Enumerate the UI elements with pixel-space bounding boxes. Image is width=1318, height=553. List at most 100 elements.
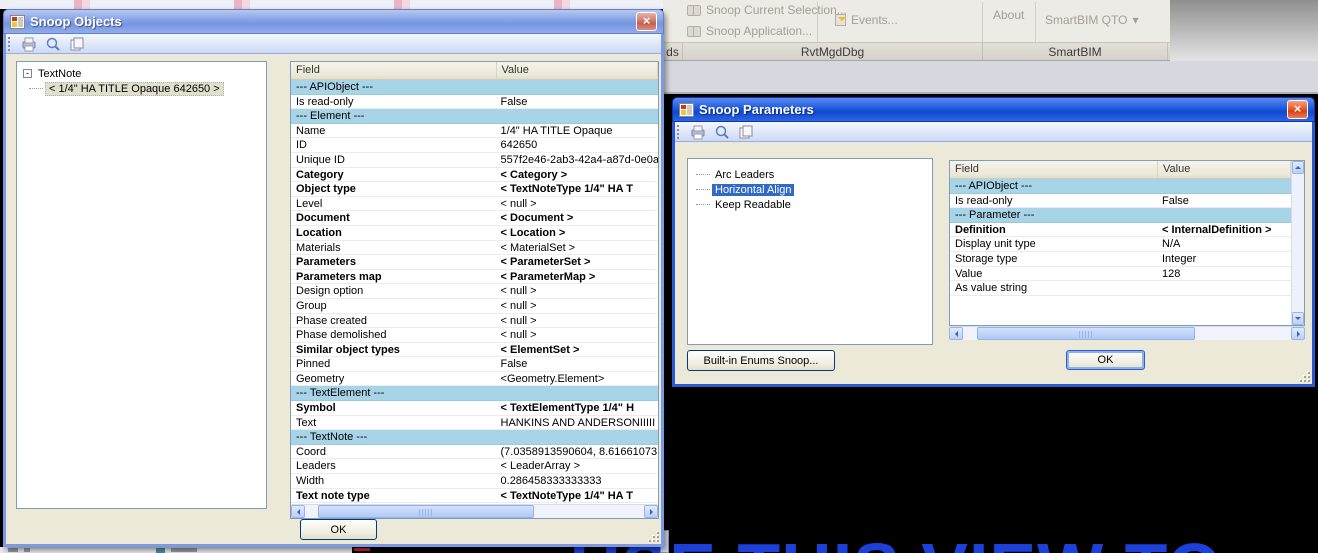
ok-button[interactable]: OK — [1066, 350, 1145, 370]
expander-icon[interactable]: - — [23, 69, 32, 78]
tree-node-instance[interactable]: < 1/4" HA TITLE Opaque 642650 > — [19, 81, 264, 96]
table-row[interactable]: Symbol < TextElementType 1/4" H — [291, 401, 658, 416]
ribbon-panel-labels: ds RvtMgdDbg SmartBIM — [663, 42, 1170, 61]
table-row[interactable]: Width 0.286458333333333 — [291, 474, 658, 489]
snoop-objects-titlebar[interactable]: Snoop Objects × — [3, 9, 664, 34]
snoop-parameters-dialog: Snoop Parameters × Arc Leaders Horizonta… — [672, 97, 1315, 387]
search-icon[interactable] — [714, 124, 730, 140]
tree-connector — [696, 189, 710, 190]
table-row[interactable]: Similar object types < ElementSet > — [291, 343, 658, 358]
snoop-parameters-titlebar[interactable]: Snoop Parameters × — [672, 97, 1315, 122]
table-row[interactable]: Leaders < LeaderArray > — [291, 459, 658, 474]
table-row[interactable]: Parameters < ParameterSet > — [291, 255, 658, 270]
tree-node-label[interactable]: < 1/4" HA TITLE Opaque 642650 > — [45, 82, 224, 96]
copy-icon[interactable] — [69, 36, 85, 52]
table-row[interactable]: Parameters map < ParameterMap > — [291, 270, 658, 285]
print-icon[interactable] — [690, 124, 706, 140]
scroll-left-icon[interactable] — [949, 327, 963, 340]
table-row[interactable]: --- Parameter --- — [950, 208, 1291, 223]
table-row[interactable]: Design option < null > — [291, 284, 658, 299]
table-row[interactable]: ID 642650 — [291, 138, 658, 153]
table-row[interactable]: Is read-only False — [950, 194, 1291, 209]
scrollbar-track[interactable] — [305, 505, 644, 518]
scrollbar-thumb[interactable] — [977, 327, 1195, 340]
table-row[interactable]: Materials < MaterialSet > — [291, 241, 658, 256]
column-header-field[interactable]: Field — [291, 62, 497, 79]
tree-node-label[interactable]: TextNote — [35, 68, 84, 80]
resize-grip[interactable] — [647, 530, 659, 542]
column-header-value[interactable]: Value — [497, 62, 658, 79]
fragment — [156, 548, 165, 553]
table-row[interactable]: --- TextNote --- — [291, 430, 658, 445]
table-row[interactable]: Phase demolished < null > — [291, 328, 658, 343]
print-icon[interactable] — [21, 36, 37, 52]
table-row[interactable]: Object type < TextNoteType 1/4" HA T — [291, 182, 658, 197]
tree-node-label[interactable]: Keep Readable — [712, 199, 794, 211]
horizontal-scrollbar[interactable] — [949, 326, 1305, 340]
ribbon-button-snoop-current-selection[interactable]: Snoop Current Selection... — [687, 3, 847, 17]
dialog-title: Snoop Parameters — [699, 102, 1282, 117]
scrollbar-track[interactable] — [963, 327, 1291, 340]
table-row[interactable]: --- APIObject --- — [950, 179, 1291, 194]
table-row[interactable]: --- Element --- — [291, 109, 658, 124]
resize-grip[interactable] — [1298, 370, 1310, 382]
scroll-up-icon[interactable] — [1292, 161, 1304, 174]
column-header-field[interactable]: Field — [950, 161, 1158, 178]
table-row[interactable]: Text note type < TextNoteType 1/4" HA T — [291, 489, 658, 504]
ribbon-panel-label-smartbim[interactable]: SmartBIM — [983, 43, 1168, 60]
table-row[interactable]: Display unit type N/A — [950, 237, 1291, 252]
search-icon[interactable] — [45, 36, 61, 52]
table-row[interactable]: Storage type Integer — [950, 252, 1291, 267]
ribbon-button-about[interactable]: About — [993, 8, 1024, 22]
table-row[interactable]: Definition < InternalDefinition > — [950, 223, 1291, 238]
close-icon[interactable]: × — [1287, 100, 1308, 119]
table-row[interactable]: Text HANKINS AND ANDERSONIIIII — [291, 416, 658, 431]
tree-connector — [29, 88, 43, 89]
table-row[interactable]: --- TextElement --- — [291, 386, 658, 401]
close-icon[interactable]: × — [636, 12, 657, 31]
table-row[interactable]: Phase created < null > — [291, 314, 658, 329]
table-row[interactable]: Location < Location > — [291, 226, 658, 241]
ribbon-button-label: SmartBIM QTO — [1045, 13, 1127, 27]
table-row[interactable]: Geometry <Geometry.Element> — [291, 372, 658, 387]
table-row[interactable]: --- APIObject --- — [291, 80, 658, 95]
field-cell: --- APIObject --- — [950, 179, 1158, 193]
table-row[interactable]: Coord (7.0358913590604, 8.61661073 — [291, 445, 658, 460]
value-cell: < null > — [497, 314, 658, 328]
tree-node-textnote[interactable]: - TextNote — [19, 66, 264, 81]
ribbon-button-smartbim-qto[interactable]: SmartBIM QTO ▾ — [1045, 13, 1138, 27]
scrollbar-thumb[interactable] — [318, 505, 534, 518]
tree-node-parameter[interactable]: Arc Leaders — [690, 167, 930, 182]
column-header-value[interactable]: Value — [1158, 161, 1291, 178]
ribbon-button-label: About — [993, 8, 1024, 22]
table-row[interactable]: As value string — [950, 281, 1291, 296]
tree-node-parameter[interactable]: Keep Readable — [690, 197, 930, 212]
table-row[interactable]: Value 128 — [950, 267, 1291, 282]
tree-node-parameter[interactable]: Horizontal Align — [690, 182, 930, 197]
field-cell: Materials — [291, 241, 497, 255]
scrollbar-track[interactable] — [1292, 174, 1304, 312]
table-row[interactable]: Is read-only False — [291, 95, 658, 110]
table-row[interactable]: Level < null > — [291, 197, 658, 212]
tree-node-label[interactable]: Arc Leaders — [712, 169, 777, 181]
table-row[interactable]: Pinned False — [291, 357, 658, 372]
tree-node-label[interactable]: Horizontal Align — [712, 184, 794, 196]
builtin-enums-snoop-button[interactable]: Built-in Enums Snoop... — [687, 350, 835, 371]
table-row[interactable]: Unique ID 557f2e46-2ab3-42a4-a87d-0e0a — [291, 153, 658, 168]
ribbon-button-snoop-application[interactable]: Snoop Application... — [687, 24, 812, 38]
table-row[interactable]: Category < Category > — [291, 168, 658, 183]
scroll-right-icon[interactable] — [644, 505, 658, 518]
vertical-scrollbar[interactable] — [1291, 161, 1304, 325]
table-row[interactable]: Name 1/4" HA TITLE Opaque — [291, 124, 658, 139]
ribbon-button-events[interactable]: Events... — [835, 13, 898, 27]
ribbon-panel-label-rvtmgddbg[interactable]: RvtMgdDbg — [683, 43, 983, 60]
copy-icon[interactable] — [738, 124, 754, 140]
table-row[interactable]: Group < null > — [291, 299, 658, 314]
scroll-down-icon[interactable] — [1292, 312, 1304, 325]
ok-button[interactable]: OK — [300, 519, 377, 540]
horizontal-scrollbar[interactable] — [291, 504, 658, 518]
scroll-left-icon[interactable] — [291, 505, 305, 518]
table-row[interactable]: Document < Document > — [291, 211, 658, 226]
ribbon-separator — [817, 2, 818, 42]
scroll-right-icon[interactable] — [1291, 327, 1305, 340]
